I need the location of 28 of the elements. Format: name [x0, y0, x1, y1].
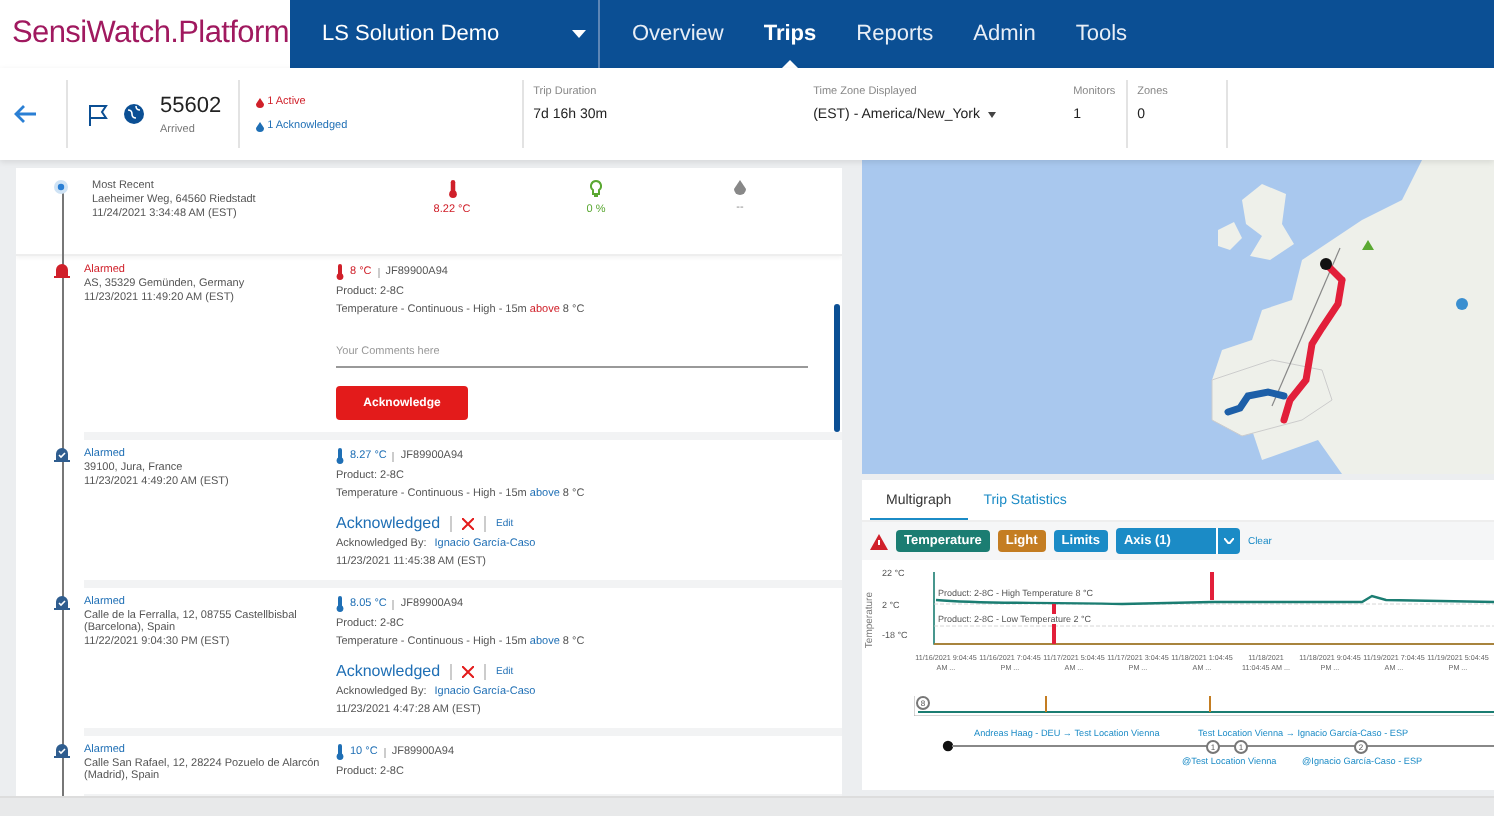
thermometer-icon — [336, 744, 344, 760]
nav-tab[interactable]: Reports — [836, 0, 954, 68]
chevron-icon — [1223, 538, 1234, 544]
scrollbar[interactable] — [834, 304, 840, 432]
drop-icon — [255, 97, 264, 107]
nav-tab[interactable]: Admin — [953, 0, 1056, 68]
nav-tab[interactable]: Tools — [1055, 0, 1148, 68]
drop-icon — [255, 121, 264, 131]
thermometer-icon — [336, 448, 344, 464]
back-arrow-icon[interactable] — [14, 104, 38, 124]
trip-number: 55602 — [160, 93, 222, 117]
nav-tab[interactable]: Trips — [743, 0, 837, 68]
globe-icon[interactable] — [124, 104, 144, 124]
close-icon[interactable] — [462, 517, 475, 529]
acknowledged-status: Acknowledged — [336, 514, 441, 532]
warning-icon — [870, 533, 888, 549]
drop-icon — [734, 180, 746, 196]
flag-icon[interactable] — [88, 103, 108, 125]
thermometer-icon — [336, 596, 344, 612]
caret-icon — [572, 30, 586, 38]
nav-tab[interactable]: Overview — [612, 0, 744, 68]
caret-icon — [987, 112, 996, 118]
location-dot-icon — [54, 180, 68, 194]
thermometer-icon — [447, 180, 457, 198]
thermometer-icon — [336, 264, 344, 280]
lightbulb-icon — [590, 180, 602, 198]
close-icon[interactable] — [462, 665, 475, 677]
acknowledged-status: Acknowledged — [336, 662, 441, 680]
